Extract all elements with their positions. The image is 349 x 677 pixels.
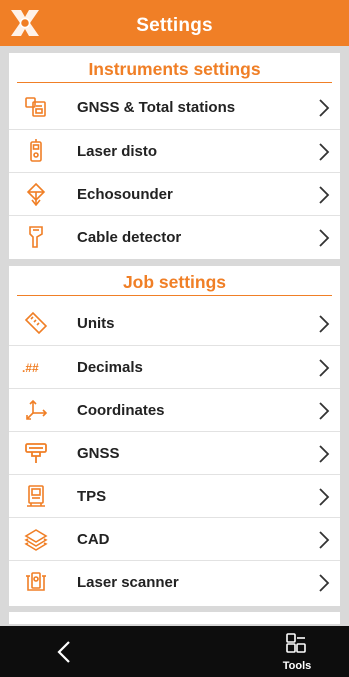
chevron-right-icon: [319, 186, 330, 204]
settings-item-label: CAD: [77, 531, 110, 548]
gnss-receiver-icon: [25, 443, 47, 463]
laser-scanner-icon: [26, 572, 46, 591]
cable-detector-icon: [29, 226, 43, 248]
chevron-right-icon: [319, 402, 330, 420]
settings-item-label: Echosounder: [77, 186, 173, 203]
settings-item-decimals[interactable]: .## Decimals: [9, 345, 340, 388]
chevron-right-icon: [319, 574, 330, 592]
chevron-right-icon: [319, 99, 330, 117]
settings-item-laser-disto[interactable]: Laser disto: [9, 129, 340, 172]
chevron-right-icon: [319, 229, 330, 247]
settings-item-label: Laser disto: [77, 143, 158, 160]
settings-item-label: TPS: [77, 488, 107, 505]
section-title-job: Job settings: [122, 272, 227, 292]
settings-item-label: Units: [77, 315, 115, 332]
settings-item-gnss-total-stations[interactable]: GNSS & Total stations: [9, 86, 340, 129]
back-chevron-icon[interactable]: [44, 632, 84, 672]
settings-item-label: GNSS: [77, 445, 120, 462]
ruler-icon: [24, 311, 48, 335]
chevron-right-icon: [319, 315, 330, 333]
tools-label: Tools: [282, 660, 312, 672]
settings-item-label: Coordinates: [77, 402, 165, 419]
tps-icon: [27, 485, 45, 507]
settings-item-label: GNSS & Total stations: [77, 99, 236, 116]
gnss-total-station-icon: [25, 97, 46, 117]
chevron-right-icon: [319, 531, 330, 549]
echosounder-icon: [26, 182, 46, 206]
page-title: Settings: [136, 15, 213, 36]
chevron-right-icon: [319, 488, 330, 506]
chevron-right-icon: [319, 359, 330, 377]
settings-item-cad[interactable]: CAD: [9, 517, 340, 560]
settings-item-units[interactable]: Units: [9, 302, 340, 345]
decimals-icon: .##: [22, 361, 39, 375]
job-settings-section: Job settings Units .## Decimals Coordina…: [9, 266, 340, 606]
laser-disto-icon: [30, 139, 42, 162]
section-title-instruments: Instruments settings: [88, 59, 261, 79]
settings-item-label: Cable detector: [77, 229, 182, 246]
section-divider: [17, 295, 332, 296]
app-header: Settings: [0, 0, 349, 46]
next-section-peek: [9, 612, 340, 624]
settings-item-label: Decimals: [77, 359, 143, 376]
settings-item-coordinates[interactable]: Coordinates: [9, 388, 340, 431]
chevron-right-icon: [319, 445, 330, 463]
settings-item-gnss[interactable]: GNSS: [9, 431, 340, 474]
cad-layers-icon: [24, 529, 48, 551]
chevron-right-icon: [319, 143, 330, 161]
instruments-settings-section: Instruments settings GNSS & Total statio…: [9, 53, 340, 259]
section-divider: [17, 82, 332, 83]
settings-item-cable-detector[interactable]: Cable detector: [9, 215, 340, 258]
settings-item-tps[interactable]: TPS: [9, 474, 340, 517]
settings-item-laser-scanner[interactable]: Laser scanner: [9, 560, 340, 603]
settings-item-echosounder[interactable]: Echosounder: [9, 172, 340, 215]
tools-button[interactable]: Tools: [272, 626, 322, 677]
tools-grid-icon: [286, 633, 306, 653]
coordinates-axes-icon: [26, 399, 48, 420]
bottom-bar: Tools: [0, 626, 349, 677]
settings-item-label: Laser scanner: [77, 574, 179, 591]
